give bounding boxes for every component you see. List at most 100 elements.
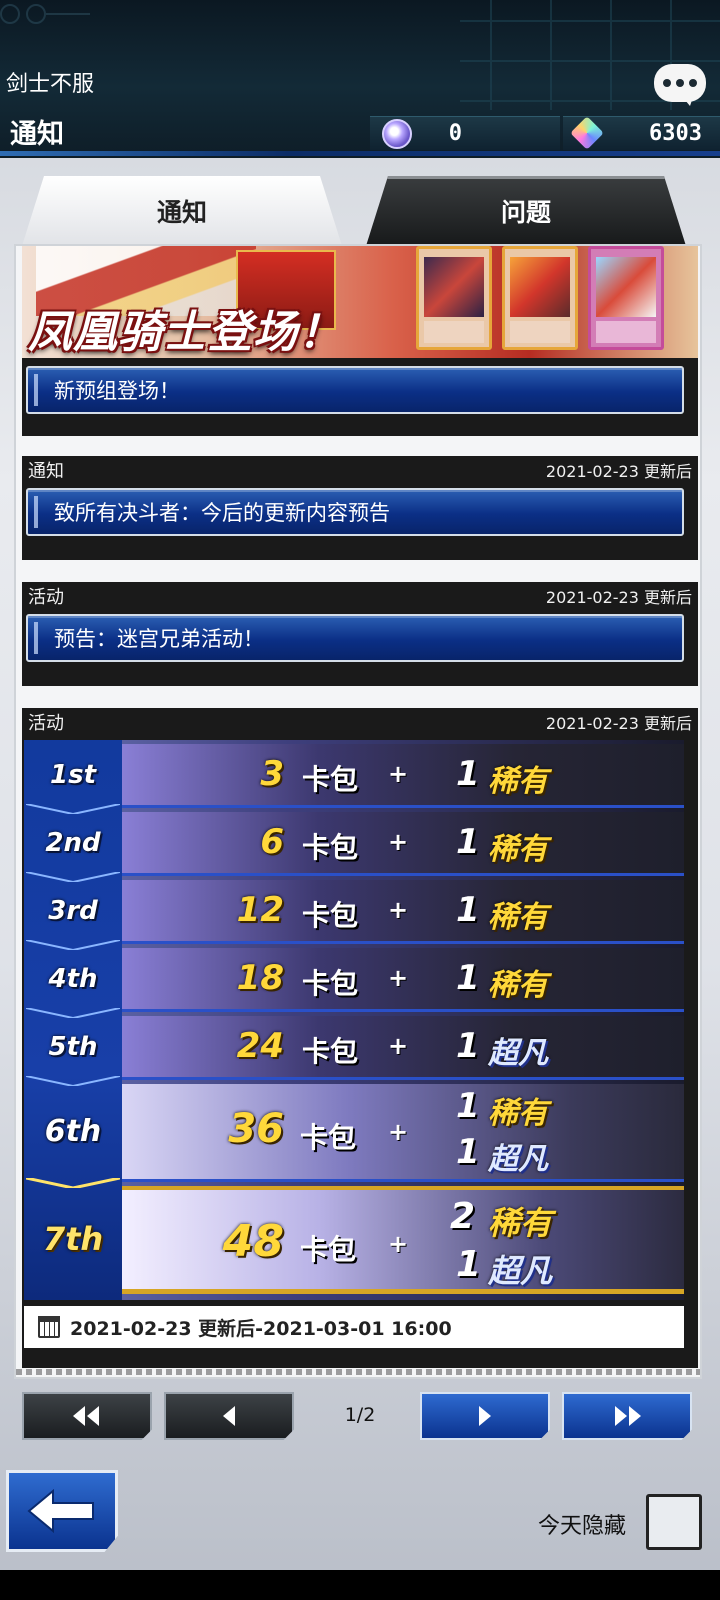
page-title: 通知 <box>10 119 64 150</box>
chat-dot-icon <box>676 79 684 87</box>
news-item[interactable]: 活动 2021-02-23 更新后 预告：迷宫兄弟活动！ <box>22 582 698 686</box>
plus-sign: + <box>388 828 409 856</box>
back-button[interactable] <box>6 1470 118 1552</box>
rank-label: 3rd <box>48 896 98 926</box>
news-date: 2021-02-23 更新后 <box>545 714 692 733</box>
hide-today-checkbox[interactable] <box>646 1494 702 1550</box>
hide-today-label: 今天隐藏 <box>538 1514 627 1539</box>
pack-word: 卡包 <box>302 831 359 864</box>
reward-type: 稀有 <box>488 900 548 935</box>
plus-sign: + <box>388 1032 409 1060</box>
reward-type: 稀有 <box>488 1204 553 1242</box>
pack-word: 卡包 <box>302 763 359 796</box>
double-left-arrow-icon <box>73 1406 99 1426</box>
reward-type: 超凡 <box>488 1036 548 1071</box>
pack-word: 卡包 <box>302 899 359 932</box>
rank-label: 2nd <box>45 828 101 858</box>
plus-sign: + <box>388 896 409 924</box>
event-period: 2021-02-23 更新后-2021-03-01 16:00 <box>24 1306 684 1348</box>
tab-issues[interactable]: 问题 <box>366 176 686 246</box>
reward-count: 1 <box>456 1026 480 1066</box>
pack-word: 卡包 <box>300 1121 357 1154</box>
chevron-divider-icon <box>26 1178 120 1188</box>
rank-label: 7th <box>42 1220 104 1258</box>
back-arrow-icon <box>27 1489 94 1533</box>
card-art <box>502 246 578 350</box>
banner-image: 凤凰骑士登场！ <box>22 246 698 358</box>
reward-count: 1 <box>456 754 480 794</box>
system-nav-bar <box>0 1570 720 1600</box>
first-page-button[interactable] <box>22 1392 152 1440</box>
reward-type: 稀有 <box>488 1096 548 1131</box>
next-page-button[interactable] <box>420 1392 550 1440</box>
chevron-divider-icon <box>26 1076 120 1086</box>
news-item[interactable]: 通知 2021-02-23 更新后 致所有决斗者：今后的更新内容预告 <box>22 456 698 560</box>
news-category: 活动 <box>28 587 64 608</box>
pack-count: 48 <box>222 1216 284 1267</box>
pack-count: 3 <box>260 754 284 794</box>
news-title-button[interactable]: 致所有决斗者：今后的更新内容预告 <box>26 488 684 536</box>
news-date: 2021-02-23 更新后 <box>545 462 692 481</box>
orb-count: 0 <box>448 121 462 146</box>
news-header: 活动 2021-02-23 更新后 <box>22 582 698 610</box>
pack-word: 卡包 <box>302 1035 359 1068</box>
reward-count: 1 <box>456 1086 480 1126</box>
right-arrow-icon <box>479 1406 491 1426</box>
pack-count: 18 <box>236 958 284 998</box>
prev-page-button[interactable] <box>164 1392 294 1440</box>
reward-count: 1 <box>456 890 480 930</box>
chat-dot-icon <box>689 79 697 87</box>
plus-sign: + <box>388 1118 409 1146</box>
chevron-divider-icon <box>26 1008 120 1018</box>
calendar-icon <box>38 1316 60 1338</box>
rank-column <box>24 740 122 1300</box>
orb-icon <box>382 119 412 149</box>
gem-count: 6303 <box>649 121 702 146</box>
news-header: 活动 2021-02-23 更新后 <box>22 708 698 736</box>
event-reward-table: 1st 2nd 3rd 4th 5th 6th 7th 3 卡包 + 1 稀有 … <box>24 740 684 1300</box>
rank-label: 6th <box>44 1114 102 1149</box>
decor-circles-icon <box>0 4 90 24</box>
reward-type: 超凡 <box>488 1252 553 1290</box>
pack-count: 6 <box>260 822 284 862</box>
rank-label: 1st <box>50 760 96 790</box>
reward-count: 1 <box>456 1244 482 1285</box>
notice-panel[interactable]: 凤凰骑士登场！ 新预组登场！ 通知 2021-02-23 更新后 致所有决斗者：… <box>14 244 702 1379</box>
chevron-divider-icon <box>26 872 120 882</box>
pack-count: 24 <box>236 1026 284 1066</box>
reward-count: 2 <box>450 1196 476 1237</box>
banner-link[interactable]: 新预组登场！ <box>26 366 684 414</box>
event-period-text: 2021-02-23 更新后-2021-03-01 16:00 <box>70 1317 452 1340</box>
tab-notice[interactable]: 通知 <box>22 176 342 246</box>
news-title-button[interactable]: 预告：迷宫兄弟活动！ <box>26 614 684 662</box>
chat-button[interactable] <box>654 64 706 106</box>
pack-count: 36 <box>228 1106 284 1152</box>
plus-sign: + <box>388 964 409 992</box>
gem-counter[interactable]: 6303 <box>563 116 720 150</box>
news-header: 通知 2021-02-23 更新后 <box>22 456 698 484</box>
news-category: 通知 <box>28 461 64 482</box>
scroll-indicator <box>16 1369 700 1375</box>
reward-count: 1 <box>456 958 480 998</box>
rank-label: 5th <box>48 1032 98 1062</box>
chevron-divider-icon <box>26 940 120 950</box>
news-category: 活动 <box>28 713 64 734</box>
pack-word: 卡包 <box>302 967 359 1000</box>
card-art <box>416 246 492 350</box>
reward-count: 1 <box>456 1132 480 1172</box>
orb-counter[interactable]: 0 <box>370 116 560 150</box>
last-page-button[interactable] <box>562 1392 692 1440</box>
pack-count: 12 <box>236 890 284 930</box>
banner-title: 凤凰骑士登场！ <box>28 307 343 358</box>
reward-type: 稀有 <box>488 832 548 867</box>
header-divider <box>0 151 720 156</box>
top-bar: 剑士不服 通知 0 6303 <box>0 0 720 158</box>
reward-type: 稀有 <box>488 968 548 1003</box>
double-right-arrow-icon <box>615 1406 641 1426</box>
card-art <box>588 246 664 350</box>
plus-sign: + <box>388 1230 409 1258</box>
pack-word: 卡包 <box>300 1233 357 1266</box>
news-date: 2021-02-23 更新后 <box>545 588 692 607</box>
reward-type: 超凡 <box>488 1142 548 1177</box>
banner-news-item[interactable]: 凤凰骑士登场！ 新预组登场！ <box>22 246 698 436</box>
